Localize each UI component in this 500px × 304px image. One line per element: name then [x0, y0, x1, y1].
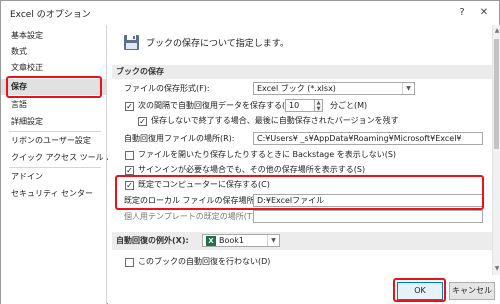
sidebar-divider [9, 167, 101, 168]
file-format-value: Excel ブック (*.xlsx) [257, 84, 336, 93]
window-title: Excel のオプション [10, 10, 91, 20]
signin-locations-checkbox[interactable]: ✓ [125, 166, 134, 175]
sidebar-item-advanced[interactable]: 詳細設定 [1, 114, 106, 130]
chevron-down-icon: ▼ [402, 83, 414, 94]
main-content: ブックの保存について指定します。 ブックの保存 ファイルの保存形式(F): Ex… [108, 25, 492, 275]
sidebar-item-formulas[interactable]: 数式 [1, 44, 106, 60]
autorecover-label: 次の間隔で自動回復用データを保存する(A): [138, 101, 297, 110]
autorecover-book-dropdown[interactable]: X Book1 ▼ [202, 234, 280, 247]
autorecover-checkbox[interactable]: ✓ [125, 102, 134, 111]
autorecover-exceptions-label: 自動回復の例外(X): [116, 236, 189, 245]
save-to-computer-checkbox[interactable]: ✓ [125, 181, 134, 190]
title-bar: Excel のオプション ? ✕ [1, 1, 499, 25]
file-format-dropdown[interactable]: Excel ブック (*.xlsx) ▼ [253, 82, 415, 95]
templates-location-input[interactable] [253, 210, 483, 223]
autorecover-location-input[interactable]: C:¥Users¥ _s¥AppData¥Roaming¥Microsoft¥E… [253, 132, 483, 145]
dialog-footer: OK キャンセル [108, 275, 500, 304]
page-description: ブックの保存について指定します。 [146, 39, 289, 49]
keep-last-version-checkbox[interactable]: ✓ [138, 117, 147, 126]
section-header-autorecover-exceptions: 自動回復の例外(X): [112, 232, 492, 250]
autorecover-minutes-input[interactable]: 10 [285, 99, 315, 112]
disable-autorecover-checkbox[interactable] [125, 258, 134, 267]
chevron-down-icon: ▼ [267, 235, 279, 246]
autorecover-book-value: Book1 [219, 236, 244, 245]
sidebar-divider [9, 131, 101, 132]
sidebar-item-trust-center[interactable]: セキュリティ センター [1, 186, 106, 202]
minutes-spinner[interactable]: ▲ ▼ [315, 99, 323, 112]
close-icon[interactable]: ✕ [475, 4, 493, 21]
default-local-location-input[interactable]: D:¥Excelファイル [253, 194, 483, 207]
sidebar-item-qat[interactable]: クイック アクセス ツール バー [1, 150, 122, 166]
ok-button[interactable]: OK [397, 282, 443, 300]
sidebar: 基本設定 数式 文章校正 保存 言語 詳細設定 リボンのユーザー設定 クイック … [1, 25, 122, 304]
keep-last-version-label: 保存しないで終了する場合、最後に自動保存されたバージョンを残す [151, 116, 399, 125]
signin-locations-label: サインインが必要な場合でも、その他の保存場所を表示する(S) [138, 165, 366, 174]
sidebar-item-addins[interactable]: アドイン [1, 169, 106, 185]
help-icon[interactable]: ? [453, 4, 471, 21]
save-to-computer-label: 既定でコンピューターに保存する(C) [138, 180, 270, 189]
cancel-button[interactable]: キャンセル [449, 282, 495, 300]
autorecover-location-label: 自動回復用ファイルの場所(R): [124, 134, 235, 143]
section-header-save: ブックの保存 [112, 65, 492, 79]
default-local-location-label: 既定のローカル ファイルの保存場所(I): [124, 196, 266, 205]
sidebar-item-save[interactable]: 保存 [1, 79, 106, 95]
scroll-thumb[interactable] [494, 39, 499, 149]
excel-options-dialog: Excel のオプション ? ✕ 基本設定 数式 文章校正 保存 言語 詳細設定… [0, 0, 500, 304]
backstage-label: ファイルを開いたり保存したりするときに Backstage を表示しない(S) [138, 150, 397, 159]
sidebar-item-language[interactable]: 言語 [1, 97, 106, 113]
scroll-up-icon[interactable]: ▲ [493, 27, 500, 35]
file-format-label: ファイルの保存形式(F): [124, 84, 210, 93]
save-disk-icon [124, 35, 139, 50]
scroll-down-icon[interactable]: ▼ [493, 265, 500, 273]
vertical-scrollbar[interactable]: ▲ ▼ [492, 25, 500, 275]
backstage-checkbox[interactable] [125, 151, 134, 160]
sidebar-item-proofing[interactable]: 文章校正 [1, 60, 106, 76]
autorecover-unit-label: 分ごと(M) [330, 101, 368, 110]
sidebar-item-ribbon[interactable]: リボンのユーザー設定 [1, 133, 106, 149]
excel-workbook-icon: X [206, 235, 216, 246]
templates-location-label: 個人用テンプレートの既定の場所(T): [124, 212, 258, 221]
sidebar-item-general[interactable]: 基本設定 [1, 28, 106, 44]
disable-autorecover-label: このブックの自動回復を行わない(D) [138, 257, 271, 266]
